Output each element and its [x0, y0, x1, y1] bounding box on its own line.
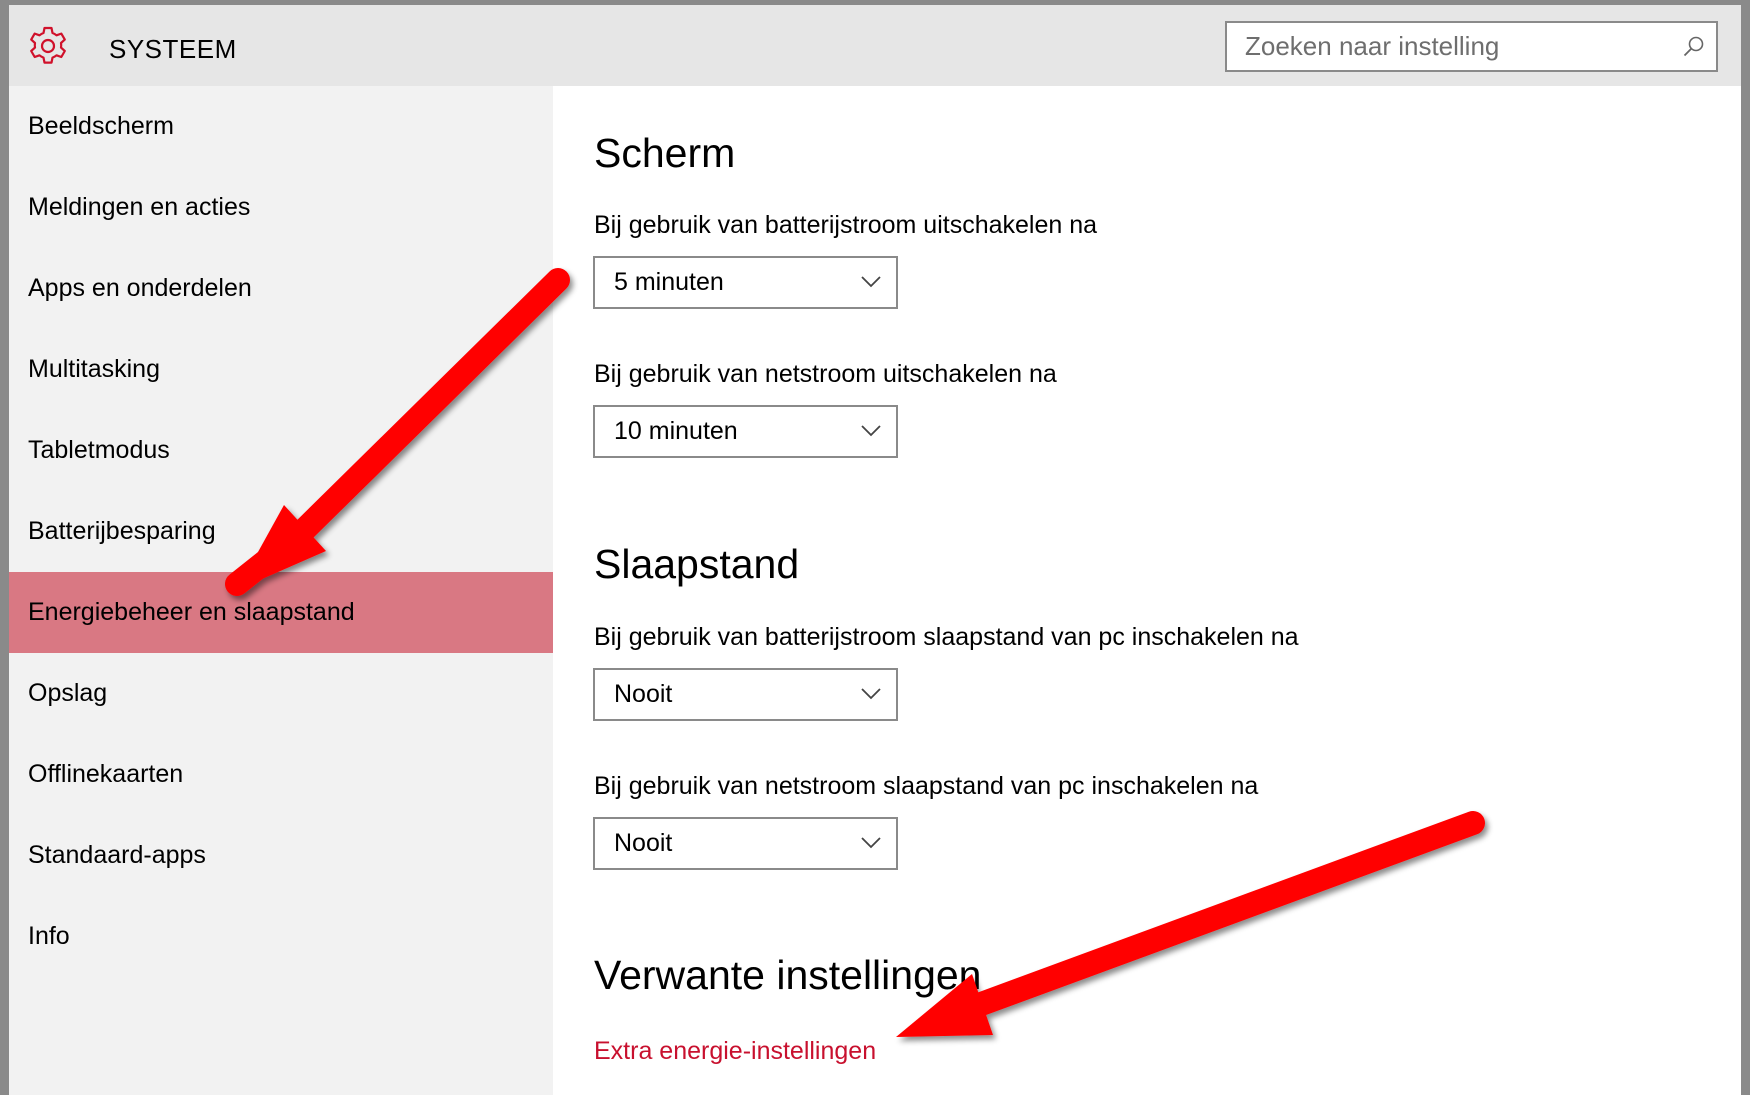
screen-ac-label: Bij gebruik van netstroom uitschakelen n…: [594, 360, 1057, 388]
sidebar-item-label: Batterijbesparing: [28, 517, 216, 545]
sidebar-item-label: Standaard-apps: [28, 841, 206, 869]
screen-battery-label: Bij gebruik van batterijstroom uitschake…: [594, 211, 1098, 239]
sidebar-item-offlinekaarten[interactable]: Offlinekaarten: [9, 734, 553, 815]
sleep-ac-label: Bij gebruik van netstroom slaapstand van…: [594, 772, 1259, 800]
dropdown-value: Nooit: [614, 680, 673, 708]
sleep-ac-dropdown[interactable]: Nooit: [593, 817, 898, 870]
sidebar-item-tabletmodus[interactable]: Tabletmodus: [9, 410, 553, 491]
sleep-battery-label: Bij gebruik van batterijstroom slaapstan…: [594, 623, 1299, 651]
search-icon[interactable]: [1682, 35, 1706, 59]
sidebar: Beeldscherm Meldingen en acties Apps en …: [9, 86, 553, 1095]
dropdown-value: Nooit: [614, 829, 673, 857]
sidebar-item-multitasking[interactable]: Multitasking: [9, 329, 553, 410]
extra-power-settings-link[interactable]: Extra energie-instellingen: [594, 1037, 876, 1066]
sidebar-item-label: Tabletmodus: [28, 436, 170, 464]
dropdown-value: 5 minuten: [614, 268, 724, 296]
chevron-down-icon: [861, 425, 881, 437]
sidebar-item-info[interactable]: Info: [9, 896, 553, 977]
sidebar-item-standaard-apps[interactable]: Standaard-apps: [9, 815, 553, 896]
sidebar-item-label: Meldingen en acties: [28, 193, 251, 221]
sidebar-item-apps[interactable]: Apps en onderdelen: [9, 248, 553, 329]
title-bar: SYSTEEM: [9, 5, 1741, 86]
screen-ac-dropdown[interactable]: 10 minuten: [593, 405, 898, 458]
sidebar-item-opslag[interactable]: Opslag: [9, 653, 553, 734]
search-input[interactable]: [1245, 23, 1665, 70]
section-title-verwante: Verwante instellingen: [594, 952, 982, 998]
section-title-slaapstand: Slaapstand: [594, 541, 800, 587]
sidebar-item-label: Multitasking: [28, 355, 160, 383]
sidebar-item-label: Energiebeheer en slaapstand: [28, 598, 355, 626]
sidebar-item-label: Opslag: [28, 679, 108, 707]
sidebar-item-batterijbesparing[interactable]: Batterijbesparing: [9, 491, 553, 572]
sidebar-item-meldingen[interactable]: Meldingen en acties: [9, 167, 553, 248]
sidebar-item-energiebeheer[interactable]: Energiebeheer en slaapstand: [9, 572, 553, 653]
screen-battery-dropdown[interactable]: 5 minuten: [593, 256, 898, 309]
chevron-down-icon: [861, 837, 881, 849]
sidebar-item-label: Beeldscherm: [28, 112, 174, 140]
search-box[interactable]: [1225, 21, 1718, 72]
sidebar-item-beeldscherm[interactable]: Beeldscherm: [9, 86, 553, 167]
chevron-down-icon: [861, 276, 881, 288]
main-content: Scherm Bij gebruik van batterijstroom ui…: [553, 86, 1741, 1095]
sidebar-item-label: Offlinekaarten: [28, 760, 184, 788]
sidebar-item-label: Info: [28, 922, 70, 950]
sleep-battery-dropdown[interactable]: Nooit: [593, 668, 898, 721]
section-title-scherm: Scherm: [594, 130, 736, 176]
sidebar-item-label: Apps en onderdelen: [28, 274, 252, 302]
gear-icon: [30, 26, 66, 64]
chevron-down-icon: [861, 688, 881, 700]
app-title: SYSTEEM: [109, 34, 237, 64]
settings-window: SYSTEEM Beeldscherm Meldingen en acties …: [9, 5, 1741, 1095]
dropdown-value: 10 minuten: [614, 417, 738, 445]
